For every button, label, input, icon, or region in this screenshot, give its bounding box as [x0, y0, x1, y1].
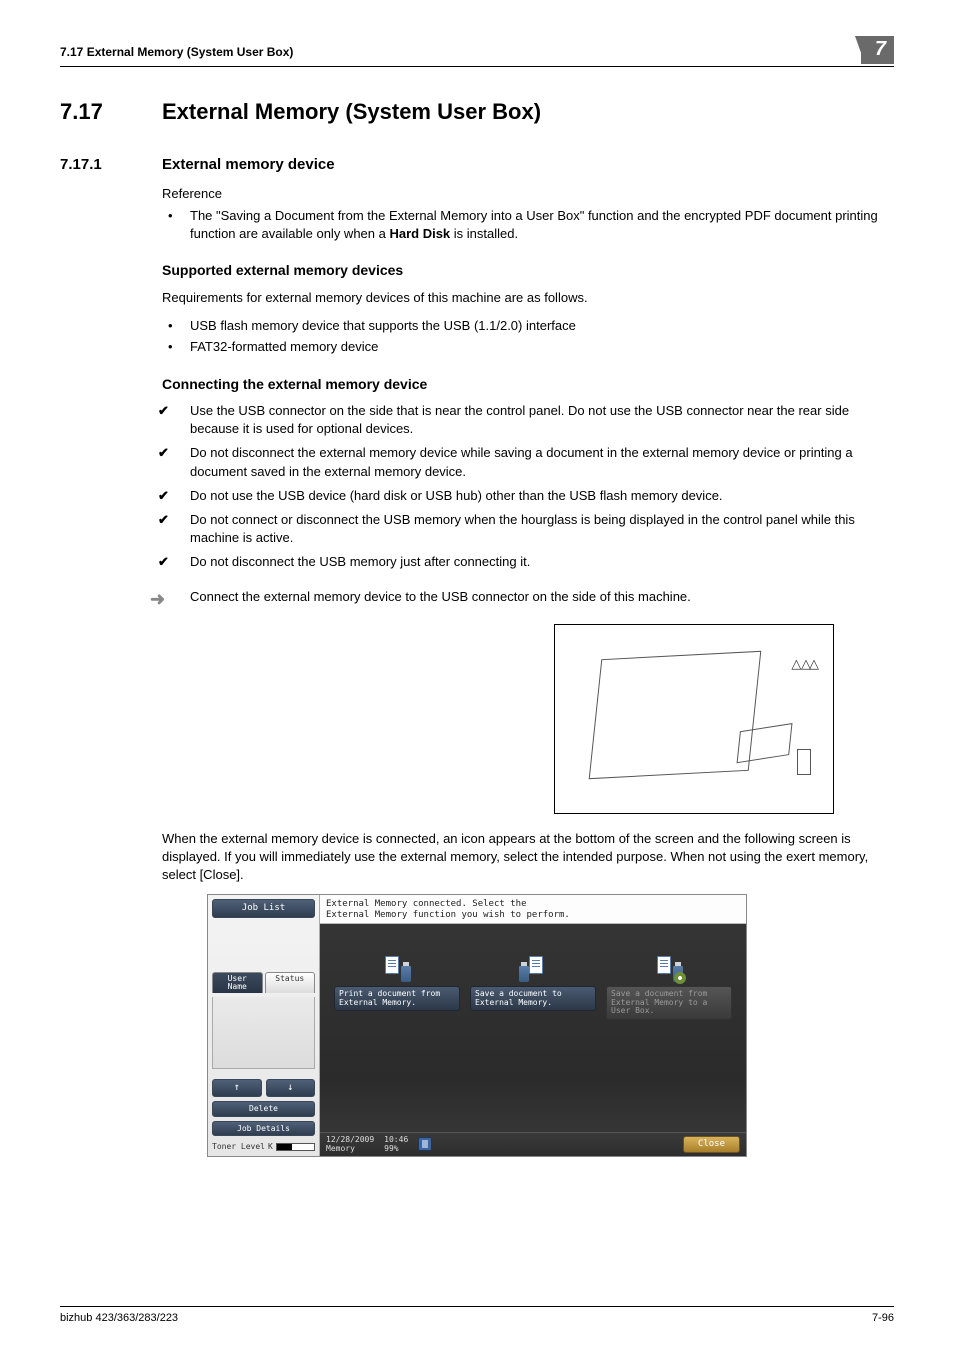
- list-item: Use the USB connector on the side that i…: [150, 402, 894, 438]
- save-to-memory-button[interactable]: Save a document to External Memory.: [470, 986, 596, 1012]
- usb-stick-icon: [797, 749, 811, 775]
- list-item: Do not disconnect the external memory de…: [150, 444, 894, 480]
- section-number: 7.17: [60, 97, 136, 128]
- save-to-userbox-button[interactable]: Save a document from External Memory to …: [606, 986, 732, 1020]
- chapter-badge: 7: [861, 36, 894, 64]
- footer-date: 12/28/2009: [326, 1135, 374, 1145]
- supported-intro: Requirements for external memory devices…: [162, 289, 894, 307]
- scroll-down-button[interactable]: ↓: [266, 1079, 316, 1097]
- reference-list: The "Saving a Document from the External…: [162, 207, 894, 243]
- option-print: Print a document from External Memory.: [334, 956, 460, 1112]
- after-paragraph: When the external memory device is conne…: [162, 830, 894, 885]
- arrow-icon: ➜: [150, 588, 190, 608]
- footer-memory-pct: 99%: [384, 1144, 408, 1154]
- external-memory-icon: [418, 1137, 432, 1151]
- action-step: ➜ Connect the external memory device to …: [150, 588, 894, 608]
- scroll-up-button[interactable]: ↑: [212, 1079, 262, 1097]
- subsection-number: 7.17.1: [60, 154, 136, 175]
- list-item: USB flash memory device that supports th…: [162, 317, 894, 335]
- screenshot-main: External Memory connected. Select the Ex…: [320, 895, 746, 1156]
- list-item: Do not connect or disconnect the USB mem…: [150, 511, 894, 547]
- page-footer: bizhub 423/363/283/223 7-96: [60, 1306, 894, 1326]
- footer-datetime: 12/28/2009 Memory: [326, 1135, 374, 1154]
- reference-text-c: is installed.: [450, 226, 518, 241]
- footer-time: 10:46: [384, 1135, 408, 1145]
- message-line-1: External Memory connected. Select the: [326, 899, 740, 910]
- save-to-memory-icon: [519, 956, 547, 982]
- printer-illustration: △ △△: [554, 624, 834, 814]
- footer-time-pct: 10:46 99%: [384, 1135, 408, 1154]
- running-header-text: 7.17 External Memory (System User Box): [60, 44, 293, 61]
- control-panel-screenshot: Job List User Name Status ↑ ↓ Delete Job…: [207, 894, 747, 1157]
- job-list-area: [212, 997, 315, 1069]
- reference-text-bold: Hard Disk: [389, 226, 450, 241]
- list-item: Do not use the USB device (hard disk or …: [150, 487, 894, 505]
- message-line-2: External Memory function you wish to per…: [326, 910, 740, 921]
- job-details-button[interactable]: Job Details: [212, 1121, 315, 1137]
- footer-model: bizhub 423/363/283/223: [60, 1311, 178, 1326]
- action-text: Connect the external memory device to th…: [190, 588, 894, 606]
- tab-user-name[interactable]: User Name: [212, 972, 263, 993]
- list-item: Do not disconnect the USB memory just af…: [150, 553, 894, 571]
- tab-status[interactable]: Status: [265, 972, 316, 993]
- toner-level-row: Toner Level K: [212, 1142, 315, 1152]
- section-title: External Memory (System User Box): [162, 97, 541, 128]
- screenshot-sidebar: Job List User Name Status ↑ ↓ Delete Job…: [208, 895, 320, 1156]
- subsection-title: External memory device: [162, 154, 335, 175]
- sidebar-spacer: [212, 922, 315, 966]
- message-header: External Memory connected. Select the Ex…: [320, 895, 746, 924]
- delete-button[interactable]: Delete: [212, 1101, 315, 1117]
- footer-left-group: 12/28/2009 Memory 10:46 99%: [326, 1135, 432, 1154]
- heading-supported: Supported external memory devices: [162, 261, 894, 281]
- toner-letter: K: [268, 1142, 273, 1152]
- page-header: 7.17 External Memory (System User Box) 7: [60, 40, 894, 67]
- reference-item: The "Saving a Document from the External…: [162, 207, 894, 243]
- reference-text-a: The "Saving a Document from the External…: [190, 208, 878, 241]
- printer-triangles-icon: △ △△: [791, 655, 817, 673]
- save-to-userbox-icon: [655, 956, 683, 982]
- footer-memory-label: Memory: [326, 1144, 374, 1154]
- supported-list: USB flash memory device that supports th…: [162, 317, 894, 356]
- connecting-checklist: Use the USB connector on the side that i…: [150, 402, 894, 572]
- sidebar-tab-row: User Name Status: [212, 972, 315, 993]
- section-h1: 7.17 External Memory (System User Box): [60, 97, 894, 128]
- print-from-memory-button[interactable]: Print a document from External Memory.: [334, 986, 460, 1012]
- option-save-to-box: Save a document from External Memory to …: [606, 956, 732, 1112]
- close-button[interactable]: Close: [683, 1136, 740, 1153]
- option-save: Save a document to External Memory.: [470, 956, 596, 1112]
- printer-body-icon: [589, 650, 762, 778]
- list-item: FAT32-formatted memory device: [162, 338, 894, 356]
- print-from-memory-icon: [383, 956, 411, 982]
- reference-label: Reference: [162, 185, 894, 203]
- job-list-button[interactable]: Job List: [212, 899, 315, 918]
- up-down-row: ↑ ↓: [212, 1079, 315, 1097]
- toner-level-label: Toner Level: [212, 1142, 265, 1152]
- toner-bar-icon: [276, 1143, 315, 1151]
- chapter-badge-wrap: 7: [854, 40, 894, 64]
- options-row: Print a document from External Memory. S…: [320, 924, 746, 1132]
- footer-page-number: 7-96: [872, 1311, 894, 1326]
- screenshot-footer: 12/28/2009 Memory 10:46 99% Close: [320, 1132, 746, 1156]
- subsection-h2: 7.17.1 External memory device: [60, 154, 894, 175]
- heading-connecting: Connecting the external memory device: [162, 375, 894, 395]
